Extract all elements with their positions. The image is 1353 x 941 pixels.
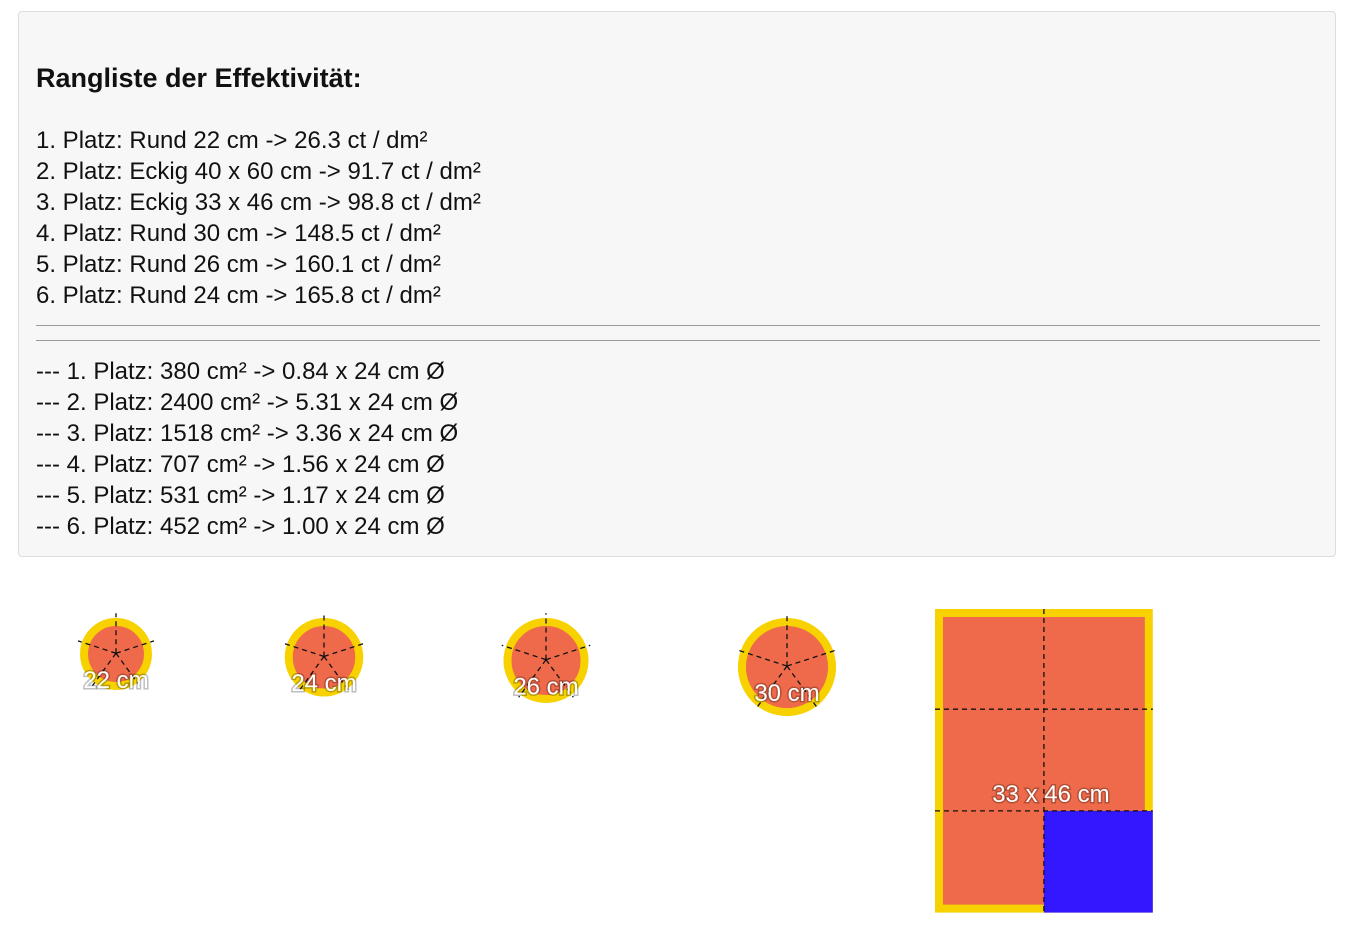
ranking-item: 2. Platz: Eckig 40 x 60 cm -> 91.7 ct / … — [36, 158, 481, 185]
ranking-item: 4. Platz: Rund 30 cm -> 148.5 ct / dm² — [36, 220, 441, 247]
ranking-heading: Rangliste der Effektivität: — [36, 63, 362, 93]
detail-list: --- 1. Platz: 380 cm² -> 0.84 x 24 cm Ø … — [36, 356, 458, 542]
pizza-size-label: 30 cm — [754, 680, 819, 707]
pizza-size-label: 22 cm — [83, 667, 148, 694]
ranking-item: 1. Platz: Rund 22 cm -> 26.3 ct / dm² — [36, 127, 428, 154]
detail-item: --- 3. Platz: 1518 cm² -> 3.36 x 24 cm Ø — [36, 420, 459, 447]
ranking-panel: Rangliste der Effektivität: 1. Platz: Ru… — [18, 11, 1336, 557]
pizza-size-label: 33 x 46 cm — [992, 781, 1109, 808]
reference-area — [1043, 810, 1153, 913]
detail-item: --- 4. Platz: 707 cm² -> 1.56 x 24 cm Ø — [36, 451, 445, 478]
pizza-figures: 22 cm 24 cm 26 cm 30 cm 33 x 46 cm — [0, 560, 1353, 941]
detail-item: --- 1. Platz: 380 cm² -> 0.84 x 24 cm Ø — [36, 358, 445, 385]
ranking-item: 3. Platz: Eckig 33 x 46 cm -> 98.8 ct / … — [36, 189, 481, 216]
pizza-size-label: 24 cm — [291, 670, 356, 697]
divider — [36, 340, 1320, 341]
ranking-item: 6. Platz: Rund 24 cm -> 165.8 ct / dm² — [36, 282, 441, 309]
pizza-illustrations: 22 cm 24 cm 26 cm 30 cm 33 x 46 cm — [77, 609, 1153, 913]
detail-item: --- 5. Platz: 531 cm² -> 1.17 x 24 cm Ø — [36, 482, 445, 509]
ranking-item: 5. Platz: Rund 26 cm -> 160.1 ct / dm² — [36, 251, 441, 278]
ranking-list: 1. Platz: Rund 22 cm -> 26.3 ct / dm² 2.… — [36, 125, 481, 311]
pizza-size-label: 26 cm — [513, 674, 578, 701]
detail-item: --- 6. Platz: 452 cm² -> 1.00 x 24 cm Ø — [36, 513, 445, 540]
divider — [36, 325, 1320, 326]
detail-item: --- 2. Platz: 2400 cm² -> 5.31 x 24 cm Ø — [36, 389, 459, 416]
